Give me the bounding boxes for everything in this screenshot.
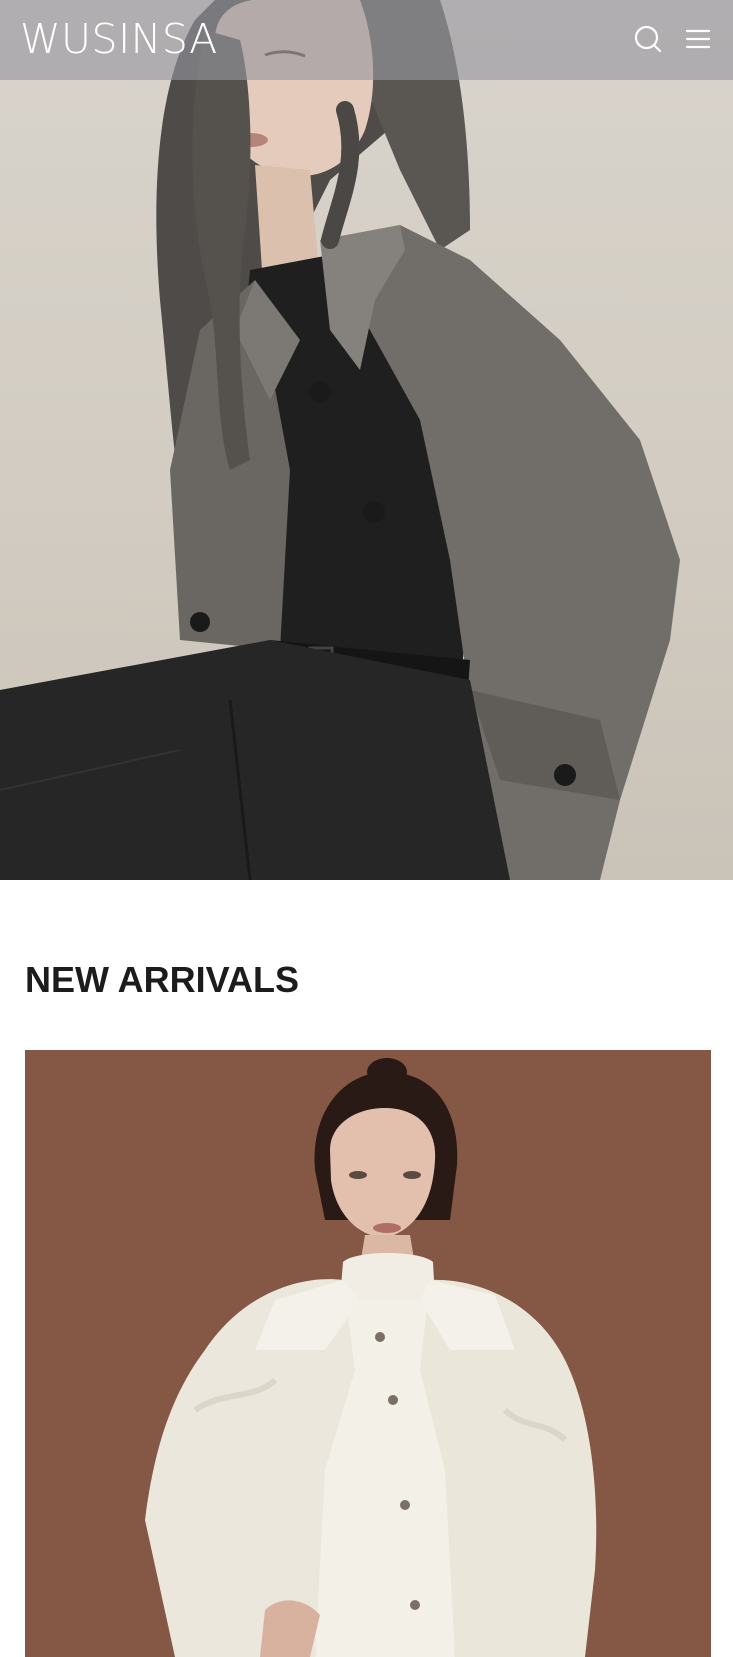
product-image (25, 1050, 711, 1657)
search-button[interactable] (633, 24, 663, 54)
brand-logo[interactable]: WUSINSA (20, 14, 218, 64)
hamburger-menu-icon (685, 29, 711, 49)
page: WUSINSA NEW ARRIVALS (0, 0, 733, 1657)
section-title-new-arrivals: NEW ARRIVALS (25, 959, 299, 1000)
product-card[interactable] (25, 1050, 711, 1657)
menu-button[interactable] (683, 24, 713, 54)
search-icon (634, 25, 662, 53)
top-header: WUSINSA (0, 0, 733, 80)
hero-image (0, 0, 680, 880)
hero-banner[interactable] (0, 0, 733, 880)
